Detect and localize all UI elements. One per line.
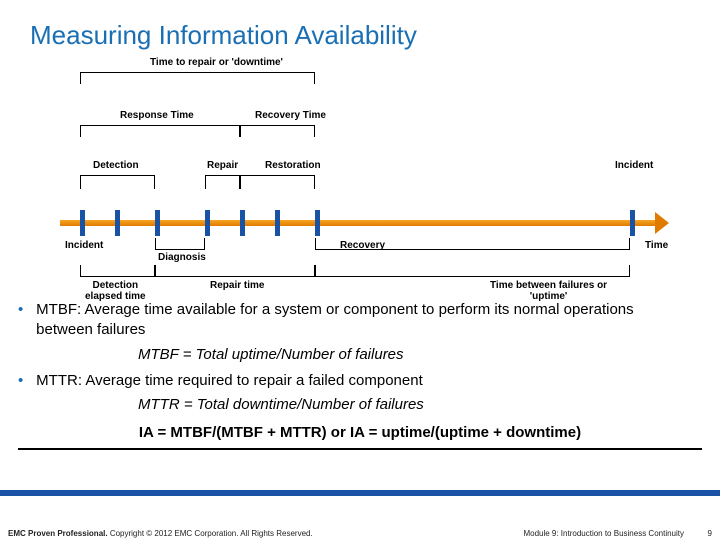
tick <box>155 210 160 236</box>
bracket-detection-elapsed <box>80 265 155 277</box>
slide: Measuring Information Availability Time … <box>0 0 720 540</box>
bracket-detection <box>80 175 155 189</box>
label-detection: Detection <box>93 160 139 171</box>
timeline-axis <box>60 220 655 226</box>
tick <box>240 210 245 236</box>
bullet-text: MTTR: Average time required to repair a … <box>36 371 676 391</box>
bullet-text: MTBF: Average time available for a syste… <box>36 300 676 341</box>
label-recovery-time: Recovery Time <box>255 110 326 121</box>
formula-mtbf: MTBF = Total uptime/Number of failures <box>138 345 702 365</box>
bracket-recovery-time <box>240 125 315 137</box>
arrowhead-icon <box>655 212 669 234</box>
label-tbf: Time between failures or 'uptime' <box>490 280 607 302</box>
label-recovery: Recovery <box>340 240 385 251</box>
timeline-diagram: Time to repair or 'downtime' Response Ti… <box>60 60 660 290</box>
label-detection-elapsed: Detection elapsed time <box>85 280 146 302</box>
label-restoration: Restoration <box>265 160 321 171</box>
bracket-response-time <box>80 125 240 137</box>
tick <box>315 210 320 236</box>
label-downtime: Time to repair or 'downtime' <box>150 57 283 68</box>
bracket-tbf <box>315 265 630 277</box>
formula-mttr: MTTR = Total downtime/Number of failures <box>138 395 702 415</box>
bullet-dot-icon: • <box>18 371 32 391</box>
footer: EMC Proven Professional. Copyright © 201… <box>8 529 712 538</box>
bracket-diagnosis <box>155 238 205 250</box>
footer-left: EMC Proven Professional. Copyright © 201… <box>8 529 313 538</box>
tick <box>205 210 210 236</box>
tick <box>115 210 120 236</box>
bullet-list: • MTBF: Average time available for a sys… <box>18 300 702 450</box>
page-number: 9 <box>694 529 712 538</box>
label-response-time: Response Time <box>120 110 194 121</box>
tick <box>275 210 280 236</box>
bullet-dot-icon: • <box>18 300 32 320</box>
footer-module: Module 9: Introduction to Business Conti… <box>313 529 694 538</box>
bullet-mttr: • MTTR: Average time required to repair … <box>18 371 702 391</box>
accent-bar <box>0 490 720 496</box>
footer-proven: EMC Proven Professional. <box>8 529 108 538</box>
bracket-repair-time <box>155 265 315 277</box>
bracket-downtime <box>80 72 315 84</box>
label-incident-right: Incident <box>615 160 653 171</box>
label-diagnosis: Diagnosis <box>158 252 206 263</box>
tick <box>80 210 85 236</box>
formula-ia: IA = MTBF/(MTBF + MTTR) or IA = uptime/(… <box>18 423 702 443</box>
bracket-repair <box>205 175 240 189</box>
slide-title: Measuring Information Availability <box>30 20 417 51</box>
bracket-restoration <box>240 175 315 189</box>
bullet-mtbf: • MTBF: Average time available for a sys… <box>18 300 702 341</box>
label-repair: Repair <box>207 160 238 171</box>
footer-copyright: Copyright © 2012 EMC Corporation. All Ri… <box>108 529 313 538</box>
label-time-axis: Time <box>645 240 668 251</box>
label-incident-left: Incident <box>65 240 103 251</box>
divider <box>18 448 702 450</box>
tick <box>630 210 635 236</box>
label-repair-time: Repair time <box>210 280 264 291</box>
